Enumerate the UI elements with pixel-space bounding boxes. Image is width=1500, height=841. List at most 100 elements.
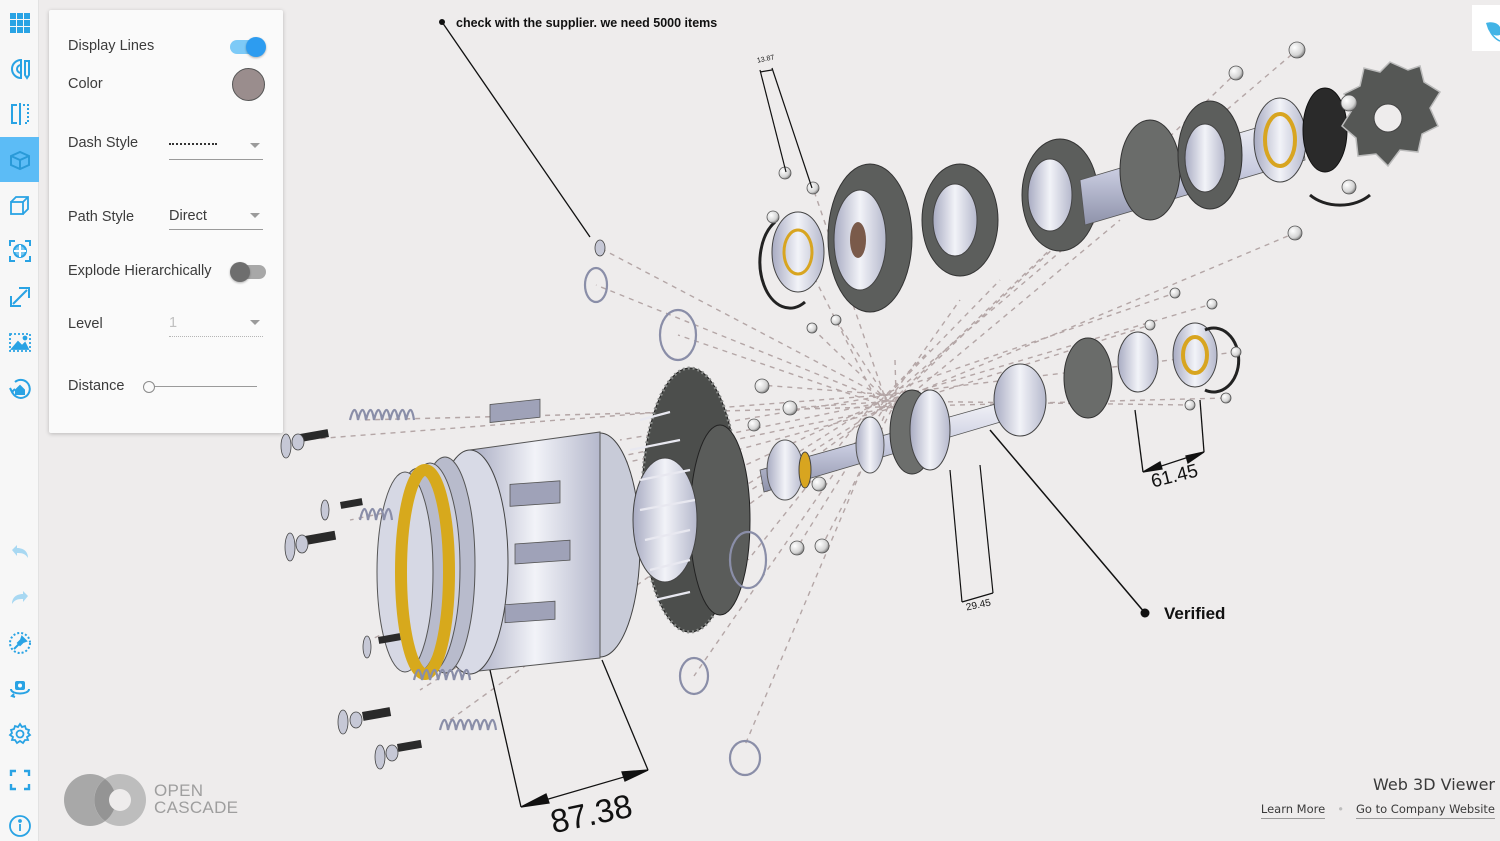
wireframe-cube-icon — [9, 195, 29, 215]
counter-shaft[interactable] — [758, 61, 1442, 313]
path-style-label: Path Style — [68, 209, 135, 225]
explode-path-line — [821, 400, 897, 547]
line-color-picker[interactable] — [232, 68, 265, 101]
annotation-supplier-text[interactable]: check with the supplier. we need 5000 it… — [456, 16, 717, 30]
open-cascade-logo[interactable]: OPEN CASCADE — [62, 770, 242, 830]
explode-path-line — [883, 303, 1213, 402]
ball-part[interactable] — [1169, 287, 1181, 299]
explode-button[interactable] — [0, 137, 39, 182]
viewer-title: Web 3D Viewer — [1373, 775, 1495, 794]
toggle-knob — [246, 37, 266, 57]
chevron-down-icon — [250, 320, 260, 325]
ball-part[interactable] — [782, 400, 798, 416]
measure-protractor-icon — [10, 58, 30, 80]
expand-arrows-icon — [9, 286, 30, 307]
dash-style-preview — [169, 143, 217, 145]
ball-part[interactable] — [1287, 225, 1303, 241]
ball-part[interactable] — [1230, 346, 1242, 358]
wireframe-button[interactable] — [0, 183, 39, 228]
annotation-verified-leader — [989, 429, 1150, 618]
ball-part[interactable] — [814, 538, 830, 554]
ball-part[interactable] — [1144, 319, 1156, 331]
ball-part[interactable] — [1288, 41, 1306, 59]
ball-part[interactable] — [1220, 392, 1232, 404]
redo-icon — [11, 590, 28, 604]
chevron-down-icon — [250, 213, 260, 218]
display-lines-label: Display Lines — [68, 38, 155, 54]
left-toolbar — [0, 0, 39, 841]
camera-rotate-icon — [9, 680, 30, 698]
ball-part[interactable] — [806, 322, 818, 334]
ball-part[interactable] — [1341, 179, 1357, 195]
path-style-value: Direct — [169, 208, 207, 224]
zoom-to-button[interactable] — [0, 274, 39, 319]
level-select[interactable]: 1 — [169, 309, 263, 337]
info-button[interactable] — [0, 803, 39, 841]
chevron-down-icon — [250, 143, 260, 148]
ball-part[interactable] — [830, 314, 842, 326]
ball-part[interactable] — [806, 181, 820, 195]
explode-hierarchically-toggle[interactable] — [230, 262, 266, 282]
fit-view-icon — [8, 239, 31, 262]
company-website-link[interactable]: Go to Company Website — [1355, 802, 1495, 819]
color-label: Color — [68, 76, 103, 92]
explode-settings-panel: Display Lines Color Dash Style Path Styl… — [49, 10, 283, 433]
redo-button[interactable] — [0, 575, 39, 620]
annotations-button[interactable] — [0, 620, 39, 665]
explode-box-icon — [9, 150, 30, 170]
ball-part[interactable] — [1184, 399, 1196, 411]
ball-part[interactable] — [747, 418, 761, 432]
logo-text: OPEN CASCADE — [154, 782, 238, 816]
screenshot-button[interactable] — [0, 320, 39, 365]
dimension-13-87 — [759, 67, 813, 189]
learn-more-link[interactable]: Learn More — [1260, 802, 1326, 819]
fit-all-button[interactable] — [0, 228, 39, 273]
dimension-87-38 — [489, 659, 649, 808]
ball-part[interactable] — [1340, 94, 1358, 112]
undo-button[interactable] — [0, 529, 39, 574]
toggle-knob — [230, 262, 250, 282]
ball-part[interactable] — [766, 210, 780, 224]
primary-driven-gear[interactable] — [629, 366, 751, 634]
dash-style-label: Dash Style — [68, 135, 139, 151]
side-panel-toggle-button[interactable] — [1472, 5, 1500, 51]
explode-path-line — [595, 284, 885, 402]
ball-part[interactable] — [1228, 65, 1244, 81]
slider-track — [149, 386, 257, 387]
distance-slider[interactable] — [143, 380, 257, 394]
brand-links: Learn More • Go to Company Website — [1260, 802, 1495, 819]
path-style-select[interactable]: Direct — [169, 202, 263, 230]
ball-part[interactable] — [1206, 298, 1218, 310]
home-rotate-icon — [8, 378, 31, 399]
ball-part[interactable] — [811, 476, 827, 492]
fullscreen-button[interactable] — [0, 757, 39, 802]
app-root: check with the supplier. we need 5000 it… — [0, 0, 1500, 841]
slider-thumb[interactable] — [143, 381, 155, 393]
settings-button[interactable] — [0, 711, 39, 756]
annotation-verified-text[interactable]: Verified — [1164, 604, 1225, 624]
undo-icon — [11, 544, 28, 558]
pin-icon — [8, 631, 31, 654]
explode-path-line — [887, 279, 1001, 396]
explode-hierarchically-label: Explode Hierarchically — [68, 263, 212, 279]
grid-icon — [9, 12, 30, 33]
open-cascade-logo-mark — [64, 774, 146, 826]
explode-path-line — [359, 406, 881, 421]
section-button[interactable] — [0, 91, 39, 136]
viewer-branding: Web 3D Viewer Learn More • Go to Company W… — [1260, 775, 1495, 819]
fullscreen-icon — [9, 769, 30, 790]
display-lines-toggle[interactable] — [230, 37, 266, 57]
measure-button[interactable] — [0, 46, 39, 91]
section-plane-icon — [10, 102, 29, 125]
level-value: 1 — [169, 315, 178, 331]
grid-menu-button[interactable] — [0, 0, 39, 45]
dash-style-select[interactable] — [169, 132, 263, 160]
ball-part[interactable] — [789, 540, 805, 556]
link-separator: • — [1337, 802, 1344, 816]
dimension-29-45 — [949, 464, 994, 603]
home-view-button[interactable] — [0, 366, 39, 411]
ball-part[interactable] — [754, 378, 770, 394]
leaf-logo-icon — [1486, 22, 1500, 42]
camera-orbit-button[interactable] — [0, 666, 39, 711]
logo-text-line1: OPEN — [154, 781, 204, 800]
